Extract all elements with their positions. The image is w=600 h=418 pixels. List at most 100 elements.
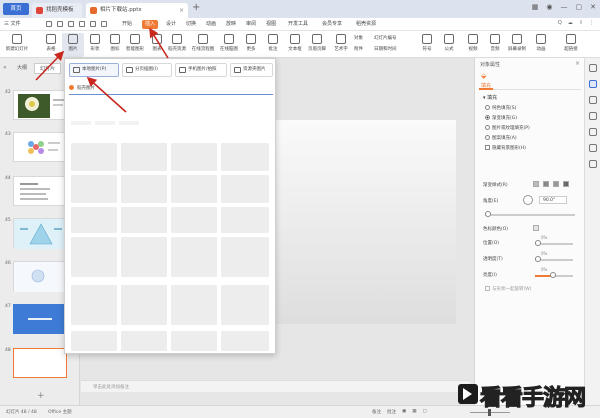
print-icon[interactable] [68,21,74,27]
menu-review[interactable]: 审阅 [246,20,256,29]
menu-animation[interactable]: 动画 [206,20,216,29]
picture-placeholder[interactable] [221,285,269,325]
category-tag[interactable] [95,121,115,125]
transparency-slider[interactable] [535,256,573,262]
picture-placeholder[interactable] [71,175,117,203]
collapse-pane-icon[interactable]: « [3,64,7,71]
attachment-button[interactable]: 附件 [354,46,363,52]
symbol-button[interactable]: 符号 [416,33,438,57]
slider-knob[interactable] [550,272,556,278]
screen-record-button[interactable]: 屏幕录制 [506,33,528,57]
chart-button[interactable]: 图表 [146,33,168,57]
phone-picture-option[interactable]: 手机图片/拍照 [175,63,227,77]
docer-resource-button[interactable]: 稻壳资源 [166,33,188,57]
pattern-fill-radio[interactable]: 图案填充(A) [485,135,517,141]
menu-slideshow[interactable]: 放映 [226,20,236,29]
table-button[interactable]: 表格 [40,33,62,57]
gradient-swatch[interactable] [563,181,569,187]
formula-button[interactable]: 公式 [438,33,460,57]
preview-icon[interactable] [79,21,85,27]
picture-placeholder[interactable] [121,207,167,233]
save-icon[interactable] [46,21,52,27]
animation-button[interactable]: 动画 [530,33,552,57]
new-tab-button[interactable]: + [192,2,200,13]
picture-placeholder[interactable] [171,237,217,277]
maximize-icon[interactable]: ▢ [576,3,583,11]
picture-placeholder[interactable] [221,237,269,277]
textbox-button[interactable]: 文本框 [284,33,306,57]
fill-bucket-icon[interactable]: ⬙ [481,72,486,80]
menu-insert[interactable]: 插入 [142,20,159,29]
slide-thumbnail-46[interactable] [13,261,68,292]
picture-placeholder[interactable] [121,285,167,325]
gradient-fill-radio[interactable]: 渐变填充(G) [485,115,517,121]
slide-thumbnail-42[interactable] [13,90,67,120]
tab-slides[interactable]: 幻灯片 [34,63,62,74]
slide-thumbnail-48[interactable] [13,348,67,378]
category-tag[interactable] [119,121,139,125]
picture-placeholder[interactable] [121,237,167,277]
tab-document[interactable]: 相片下载站.pptx × [86,3,188,18]
close-pane-icon[interactable]: × [575,60,580,67]
slider-knob[interactable] [535,256,541,262]
grid-icon[interactable]: ▦ [532,3,539,11]
picture-placeholder[interactable] [171,175,217,203]
flowchart-button[interactable]: 在线流程图 [190,33,216,57]
picture-placeholder[interactable] [71,237,117,277]
shape-button[interactable]: 形状 [84,33,106,57]
header-footer-button[interactable]: 页眉页脚 [306,33,328,57]
video-button[interactable]: 视频 [462,33,484,57]
share-pane-icon[interactable] [588,160,597,168]
slide-number-button[interactable]: 幻灯片编号 [374,35,397,41]
avatar[interactable]: ◉ [546,3,552,11]
location-icon[interactable] [588,128,597,136]
picture-placeholder[interactable] [71,331,117,351]
resource-folder-option[interactable]: 资源夹图片 [230,63,273,77]
stop-color-swatch[interactable] [533,225,539,231]
undo-icon[interactable] [90,21,96,27]
angle-input[interactable]: 90.0° [539,196,567,204]
redo-icon[interactable] [101,21,107,27]
menu-home[interactable]: 开始 [122,20,132,29]
properties-icon[interactable] [588,80,597,88]
wordart-button[interactable]: 艺术字 [330,33,352,57]
hyperlink-button[interactable]: 超链接 [560,33,582,57]
menu-view[interactable]: 视图 [266,20,276,29]
menu-transition[interactable]: 切换 [186,20,196,29]
style-icon[interactable] [588,96,597,104]
picture-placeholder[interactable] [171,331,217,351]
picture-placeholder[interactable] [121,175,167,203]
menu-design[interactable]: 设计 [166,20,176,29]
animation-pane-icon[interactable] [588,112,597,120]
close-icon[interactable]: ✕ [590,3,596,11]
picture-placeholder[interactable] [71,285,117,325]
date-time-button[interactable]: 日期和时间 [374,46,397,52]
smartart-button[interactable]: 智能图形 [124,33,146,57]
add-slide-icon[interactable]: + [37,391,45,401]
picture-placeholder[interactable] [221,331,269,351]
picture-placeholder[interactable] [221,207,269,233]
picture-placeholder[interactable] [171,143,217,171]
hide-background-checkbox[interactable]: 隐藏背景图形(H) [485,145,526,151]
icon-button[interactable]: 图标 [104,33,126,57]
file-menu[interactable]: 三 文件 [4,20,21,29]
slide-thumbnail-44[interactable] [13,176,67,206]
picture-placeholder[interactable] [171,285,217,325]
angle-dial-icon[interactable] [523,195,533,205]
object-button[interactable]: 对象 [354,35,363,41]
picture-placeholder[interactable] [221,175,269,203]
menu-docer[interactable]: 稻壳资源 [356,20,376,29]
notes-field[interactable]: 单击此处添加备注 [81,380,470,392]
local-picture-option[interactable]: 本地图片(P) [69,63,119,77]
gradient-swatch[interactable] [543,181,549,187]
minimize-icon[interactable]: — [561,3,568,11]
mindmap-button[interactable]: 在线脑图 [218,33,240,57]
page-insert-option[interactable]: 分页插图(I) [122,63,172,77]
category-tag[interactable] [71,121,91,125]
slider-knob[interactable] [535,240,541,246]
gradient-stop-slider[interactable] [485,211,575,217]
comments-toggle[interactable]: 批注 [387,409,396,415]
home-tab[interactable]: 首页 [3,3,29,15]
picture-placeholder[interactable] [121,331,167,351]
sorter-view-icon[interactable]: ▦ [412,409,416,415]
